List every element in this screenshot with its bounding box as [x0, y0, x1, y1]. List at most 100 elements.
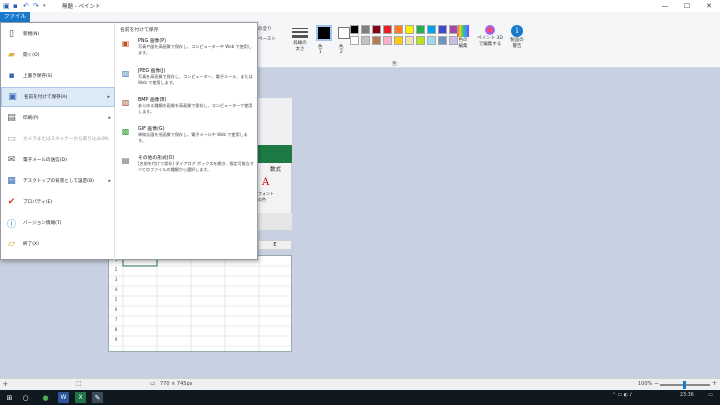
color1-swatch[interactable] [316, 25, 332, 41]
palette-swatch[interactable] [416, 25, 425, 34]
submenu-arrow-icon: ▸ [108, 115, 111, 121]
palette-swatch[interactable] [361, 36, 370, 45]
palette-swatch[interactable] [350, 25, 359, 34]
image-spreadsheet-grid: 123456789 [108, 255, 292, 352]
file-menu-item[interactable]: ▪ 上書き保存(S) [1, 66, 115, 86]
save-as-option-description: 写真を高画質で保存し、コンピューター、電子メール、または Web で使用します。 [138, 74, 253, 85]
partial-fill-label: の塗り [258, 27, 272, 32]
image-size-icon: ▭ [150, 380, 156, 387]
file-menu-item[interactable]: ▯ 新規(N) [1, 24, 115, 44]
file-menu-item[interactable]: ▦ デスクトップの背景として設定(B) ▸ [1, 171, 115, 191]
palette-swatch[interactable] [449, 25, 458, 34]
row-number: 5 [114, 298, 118, 303]
clock: 23:36 [680, 393, 694, 398]
file-menu-item[interactable]: ▱ 終了(X) [1, 234, 115, 254]
save-as-option-title: JPEG 画像(J) [138, 69, 166, 74]
file-menu-item[interactable]: ⓘ バージョン情報(T) [1, 213, 115, 233]
palette-swatch[interactable] [405, 36, 414, 45]
save-as-option[interactable]: ▣ PNG 画像(P) 写真や図を高画質で保存し、コンピューターや Web で使用し… [118, 36, 256, 62]
palette-swatch[interactable] [394, 25, 403, 34]
paint-app-icon: ▣ [3, 1, 10, 10]
paint3d-label: ペイント 3D で編集する [477, 36, 503, 47]
minimize-button[interactable]: — [654, 0, 676, 12]
zoom-out-icon[interactable]: − [654, 380, 659, 387]
file-menu-item[interactable]: ▭ カメラまたはスキャナーから取り込み(M) [1, 129, 115, 149]
taskbar-search-icon[interactable]: ○ [20, 392, 31, 403]
font-color-icon: A [262, 177, 270, 188]
desktop-background-icon: ▦ [7, 176, 16, 186]
zoom-slider-thumb[interactable] [683, 381, 686, 389]
file-menu-item-label: 上書き保存(S) [23, 74, 53, 79]
maximize-button[interactable]: ☐ [676, 0, 698, 12]
palette-swatch[interactable] [372, 25, 381, 34]
palette-swatch[interactable] [394, 36, 403, 45]
row-number: 8 [114, 328, 118, 333]
submenu-arrow-icon: ▸ [107, 94, 110, 100]
save-as-option[interactable]: ▨ JPEG 画像(J) 写真を高画質で保存し、コンピューター、電子メール、または … [118, 66, 256, 92]
other-formats-icon: ▤ [121, 156, 130, 165]
file-tab[interactable]: ファイル [0, 12, 30, 22]
product-alert-button[interactable]: i 製品の 警告 [508, 25, 526, 49]
palette-swatch[interactable] [449, 36, 458, 45]
paint3d-button[interactable]: ペイント 3D で編集する [477, 25, 503, 47]
checkmark-icon: ✔ [7, 197, 16, 207]
outline-size-button[interactable]: 枠線の 太さ [290, 26, 310, 52]
save-as-option[interactable]: ▤ その他の形式(O) [名前を付けて保存] ダイアログ ボックスを開き、指定可能な… [118, 153, 256, 179]
chrome-icon[interactable]: ● [40, 392, 51, 403]
row-number: 3 [114, 278, 118, 283]
printer-icon: ▤ [7, 113, 16, 123]
palette-swatch[interactable] [438, 25, 447, 34]
save-as-option-description: [名前を付けて保存] ダイアログ ボックスを開き、指定可能なすべてのファイルの種… [138, 161, 254, 172]
add-icon: ✛ [3, 381, 9, 388]
save-as-option[interactable]: ▩ GIF 画像(G) 単純な図を低画質で保存し、電子メールや Web で使用します… [118, 124, 256, 150]
colors-group-label: 色 [392, 61, 398, 67]
file-menu: ▯ 新規(N) ▰ 開く(O) ▪ 上書き保存(S) ▣ 名前を付けて保存(A) ▸ ▤ 印刷(P)… [0, 22, 258, 260]
image-region-ribbon: 数式 A フォント の色 [258, 163, 292, 213]
palette-swatch[interactable] [438, 36, 447, 45]
palette-swatch[interactable] [427, 36, 436, 45]
row-number: 9 [114, 338, 118, 343]
image-column-header: E [258, 240, 292, 250]
undo-icon[interactable]: ↶ [23, 2, 30, 10]
selection-icon: ⬚ [76, 380, 82, 387]
file-menu-item[interactable]: ▤ 印刷(P) ▸ [1, 108, 115, 128]
paint-taskbar-icon[interactable]: ✎ [92, 392, 103, 403]
notifications-icon[interactable]: ▭ [708, 393, 713, 398]
zoom-in-icon[interactable]: + [712, 380, 717, 387]
save-as-option-description: 単純な図を低画質で保存し、電子メールや Web で使用します。 [138, 132, 248, 143]
status-bar: ✛ ⬚ ▭ 770 × 745px 100% − + [0, 378, 720, 390]
palette-swatch[interactable] [405, 25, 414, 34]
palette-swatch[interactable] [416, 36, 425, 45]
palette-swatch[interactable] [383, 36, 392, 45]
palette-swatch[interactable] [361, 25, 370, 34]
file-menu-item[interactable]: ✔ プロパティ(E) [1, 192, 115, 212]
info-icon: ⓘ [6, 219, 16, 230]
color2-swatch[interactable] [338, 27, 350, 39]
submenu-arrow-icon: ▸ [108, 178, 111, 184]
close-button[interactable]: ✕ [698, 0, 720, 12]
palette-swatch[interactable] [427, 25, 436, 34]
save-as-heading: 名前を付けて保存 [120, 28, 159, 33]
new-file-icon: ▯ [9, 29, 14, 39]
scanner-icon: ▭ [7, 134, 16, 144]
excel-icon[interactable]: X [75, 392, 86, 403]
palette-swatch[interactable] [350, 36, 359, 45]
outline-size-label: 枠線の 太さ [293, 41, 307, 52]
save-as-submenu: 名前を付けて保存 ▣ PNG 画像(P) 写真や図を高画質で保存し、コンピューターや… [116, 23, 258, 260]
rainbow-icon [457, 25, 469, 37]
file-menu-item[interactable]: ▣ 名前を付けて保存(A) ▸ [1, 87, 115, 107]
info-icon: i [511, 25, 523, 37]
row-number: 6 [114, 308, 118, 313]
palette-swatch[interactable] [372, 36, 381, 45]
save-icon[interactable]: ▪ [13, 2, 20, 10]
file-menu-item[interactable]: ▰ 開く(O) [1, 45, 115, 65]
word-icon[interactable]: W [58, 392, 69, 403]
file-menu-item[interactable]: ✉ 電子メールの送信(D) [1, 150, 115, 170]
save-as-option-title: BMP 画像(B) [138, 98, 167, 103]
redo-icon[interactable]: ↷ [33, 2, 40, 10]
customize-toolbar-icon[interactable]: ▾ [43, 3, 50, 10]
palette-swatch[interactable] [383, 25, 392, 34]
save-as-option[interactable]: ▧ BMP 画像(B) あらゆる種類の画像を高画質で保存し、コンピューターで使用しま… [118, 95, 256, 121]
image-font-color-label: フォント の色 [258, 191, 274, 202]
windows-start-icon[interactable]: ⊞ [4, 392, 15, 403]
